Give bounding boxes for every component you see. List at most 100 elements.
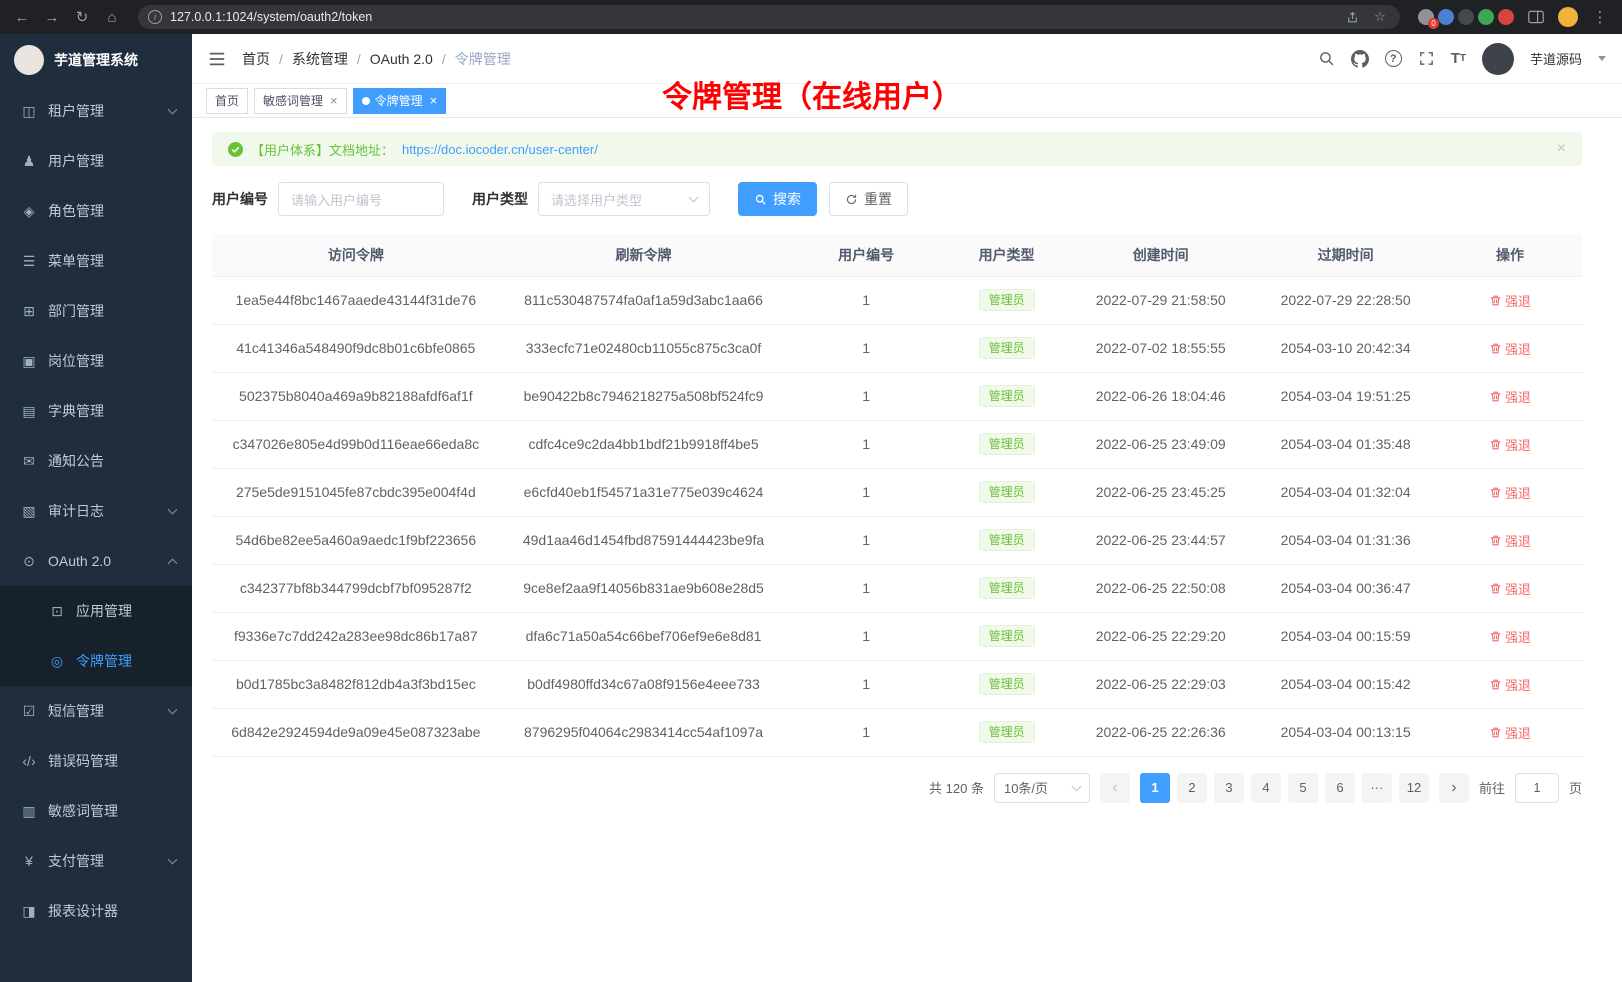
search-form: 用户编号 请输入用户编号 用户类型 请选择用户类型	[212, 182, 1582, 216]
menu-fold-icon[interactable]	[208, 51, 226, 67]
tab-home[interactable]: 首页	[206, 88, 248, 114]
reload-icon[interactable]: ↻	[70, 5, 94, 29]
page-button-4[interactable]: 4	[1251, 773, 1281, 803]
app-logo[interactable]: 芋道管理系统	[0, 34, 192, 86]
sidebar-item-error-code[interactable]: ‹/›错误码管理	[0, 736, 192, 786]
page-size-select[interactable]: 10条/页	[994, 773, 1090, 803]
sidebar-item-user[interactable]: ♟用户管理	[0, 136, 192, 186]
force-logout-button[interactable]: 强退	[1489, 339, 1531, 358]
font-size-icon[interactable]: TT	[1451, 50, 1466, 67]
token-table-body: 1ea5e44f8bc1467aaede43144f31de76811c5304…	[212, 276, 1582, 756]
sidebar-item-menu[interactable]: ☰菜单管理	[0, 236, 192, 286]
info-icon[interactable]: i	[148, 10, 162, 24]
sidebar-item-oauth-token[interactable]: ◎令牌管理	[0, 636, 192, 686]
breadcrumb-item[interactable]: 系统管理	[292, 49, 348, 69]
extension-blue-icon[interactable]	[1438, 9, 1454, 25]
sidebar-item-audit-log[interactable]: ▧审计日志	[0, 486, 192, 536]
table-row: 41c41346a548490f9dc8b01c6bfe0865333ecfc7…	[212, 324, 1582, 372]
close-icon[interactable]: ×	[330, 94, 338, 107]
fullscreen-icon[interactable]	[1418, 50, 1435, 67]
force-logout-button[interactable]: 强退	[1489, 387, 1531, 406]
table-row: c342377bf8b344799dcbf7bf095287f29ce8ef2a…	[212, 564, 1582, 612]
cell-user-id: 1	[787, 276, 945, 324]
doc-link[interactable]: https://doc.iocoder.cn/user-center/	[402, 142, 598, 157]
sidebar-item-role[interactable]: ◈角色管理	[0, 186, 192, 236]
github-icon[interactable]	[1351, 50, 1369, 68]
extension-dark-icon[interactable]	[1458, 9, 1474, 25]
user-name[interactable]: 芋道源码	[1530, 49, 1582, 68]
tab-label: 首页	[215, 92, 239, 109]
back-icon[interactable]: ←	[10, 5, 34, 29]
reset-button[interactable]: 重置	[829, 182, 908, 216]
sidebar-item-dept[interactable]: ⊞部门管理	[0, 286, 192, 336]
prev-page-button[interactable]: ‹	[1100, 773, 1130, 803]
share-icon[interactable]	[1342, 7, 1362, 27]
sidebar-item-sms[interactable]: ☑短信管理	[0, 686, 192, 736]
alert-close-icon[interactable]: ×	[1557, 140, 1566, 158]
column-header: 创建时间	[1068, 234, 1253, 276]
sidebar-item-report[interactable]: ◨报表设计器	[0, 886, 192, 936]
sidebar-item-pay[interactable]: ¥支付管理	[0, 836, 192, 886]
search-icon[interactable]	[1318, 50, 1335, 67]
goto-label: 前往	[1479, 778, 1505, 797]
bookmark-star-icon[interactable]: ☆	[1370, 7, 1390, 27]
sidebar-item-tenant[interactable]: ◫租户管理	[0, 86, 192, 136]
force-logout-button[interactable]: 强退	[1489, 723, 1531, 742]
page-button-12[interactable]: 12	[1399, 773, 1429, 803]
cell-created-time: 2022-06-25 23:49:09	[1068, 420, 1253, 468]
page-button-6[interactable]: 6	[1325, 773, 1355, 803]
sidebar-item-dict[interactable]: ▤字典管理	[0, 386, 192, 436]
user-avatar[interactable]	[1482, 43, 1514, 75]
page-button-5[interactable]: 5	[1288, 773, 1318, 803]
force-logout-button[interactable]: 强退	[1489, 291, 1531, 310]
more-pages-button[interactable]: ···	[1362, 773, 1392, 803]
sidebar-item-label: 报表设计器	[48, 901, 118, 921]
user-type-select[interactable]: 请选择用户类型	[538, 182, 710, 216]
goto-page-input[interactable]	[1515, 773, 1559, 803]
force-logout-button[interactable]: 强退	[1489, 435, 1531, 454]
url-bar[interactable]: i 127.0.0.1:1024/system/oauth2/token ☆	[138, 5, 1400, 29]
sidebar-item-oauth[interactable]: ⊙OAuth 2.0	[0, 536, 192, 586]
extension-green-icon[interactable]	[1478, 9, 1494, 25]
browser-chrome: ← → ↻ ⌂ i 127.0.0.1:1024/system/oauth2/t…	[0, 0, 1622, 34]
force-logout-button[interactable]: 强退	[1489, 627, 1531, 646]
cell-created-time: 2022-06-25 22:29:03	[1068, 660, 1253, 708]
pagination: 共 120 条 10条/页 ‹ 123456···12 › 前往 页	[212, 773, 1582, 803]
page-button-3[interactable]: 3	[1214, 773, 1244, 803]
help-icon[interactable]: ?	[1385, 50, 1402, 67]
sidebar-item-post[interactable]: ▣岗位管理	[0, 336, 192, 386]
cell-access-token: 1ea5e44f8bc1467aaede43144f31de76	[212, 276, 500, 324]
force-logout-button[interactable]: 强退	[1489, 675, 1531, 694]
cell-access-token: 275e5de9151045fe87cbdc395e004f4d	[212, 468, 500, 516]
search-button[interactable]: 搜索	[738, 182, 817, 216]
profile-avatar[interactable]	[1558, 7, 1578, 27]
caret-down-icon[interactable]	[1598, 56, 1606, 61]
home-icon[interactable]: ⌂	[100, 5, 124, 29]
breadcrumb-item[interactable]: 首页	[242, 49, 270, 69]
browser-menu-icon[interactable]: ⋮	[1588, 5, 1612, 29]
sidebar-item-oauth-app[interactable]: ⊡应用管理	[0, 586, 192, 636]
tab-sensitive-word[interactable]: 敏感词管理×	[254, 88, 347, 114]
split-view-icon[interactable]	[1524, 5, 1548, 29]
close-icon[interactable]: ×	[430, 94, 438, 107]
extension-gray-icon[interactable]: 0	[1418, 9, 1434, 25]
cell-created-time: 2022-06-25 23:45:25	[1068, 468, 1253, 516]
cell-created-time: 2022-06-25 23:44:57	[1068, 516, 1253, 564]
sidebar-item-notice[interactable]: ✉通知公告	[0, 436, 192, 486]
cell-created-time: 2022-07-29 21:58:50	[1068, 276, 1253, 324]
force-logout-button[interactable]: 强退	[1489, 531, 1531, 550]
sidebar-item-label: 租户管理	[48, 101, 104, 121]
breadcrumb-item[interactable]: OAuth 2.0	[370, 51, 433, 67]
next-page-button[interactable]: ›	[1439, 773, 1469, 803]
table-header-row: 访问令牌刷新令牌用户编号用户类型创建时间过期时间操作	[212, 234, 1582, 276]
force-logout-button[interactable]: 强退	[1489, 579, 1531, 598]
tab-token[interactable]: 令牌管理×	[353, 88, 447, 114]
page-button-2[interactable]: 2	[1177, 773, 1207, 803]
sidebar-item-label: 用户管理	[48, 151, 104, 171]
user-id-input[interactable]: 请输入用户编号	[278, 182, 444, 216]
force-logout-button[interactable]: 强退	[1489, 483, 1531, 502]
page-button-1[interactable]: 1	[1140, 773, 1170, 803]
sidebar-item-sensitive-word[interactable]: ▥敏感词管理	[0, 786, 192, 836]
forward-icon[interactable]: →	[40, 5, 64, 29]
extension-red-icon[interactable]	[1498, 9, 1514, 25]
